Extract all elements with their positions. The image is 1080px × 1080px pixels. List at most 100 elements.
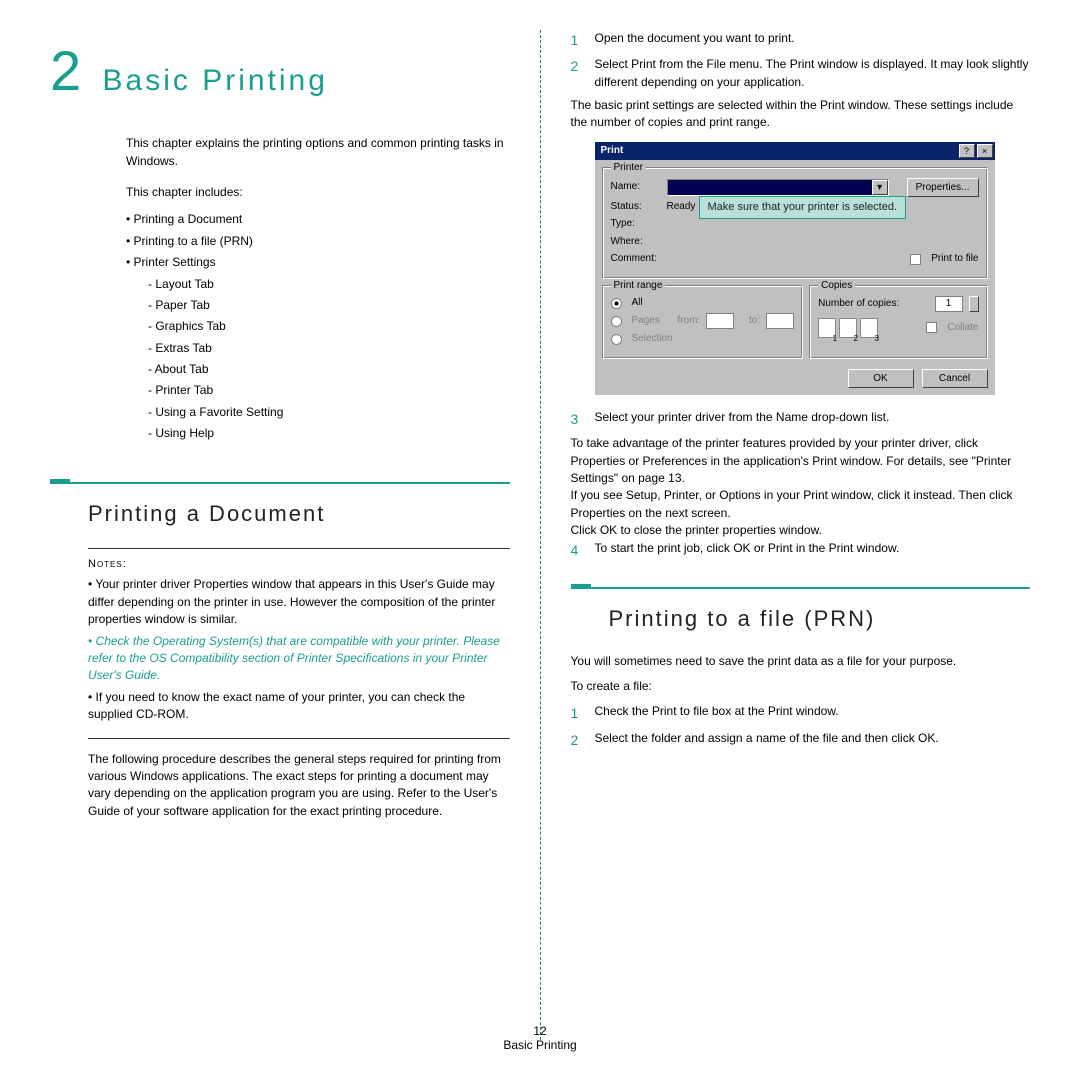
step-row: 3 Select your printer driver from the Na…: [571, 409, 1031, 429]
page: 2 Basic Printing This chapter explains t…: [0, 0, 1080, 1020]
step-row: 2 Select the folder and assign a name of…: [571, 730, 1031, 750]
collate-label: Collate: [947, 321, 978, 336]
toc-subitem: Using Help: [148, 425, 510, 442]
step-text: Check the Print to file box at the Print…: [595, 703, 1031, 723]
step-continuation: Click OK to close the printer properties…: [571, 522, 1031, 539]
group-label: Print range: [611, 279, 666, 294]
all-radio[interactable]: [611, 298, 622, 309]
page-number: 12: [0, 1024, 1080, 1038]
ok-button[interactable]: OK: [848, 369, 914, 388]
where-label: Where:: [611, 235, 661, 250]
status-label: Status:: [611, 200, 661, 215]
body-text: You will sometimes need to save the prin…: [571, 653, 1031, 750]
note-item-emphasis: Check the Operating System(s) that are c…: [88, 633, 510, 685]
selection-label: Selection: [632, 332, 673, 347]
toc-subitem: Paper Tab: [148, 297, 510, 314]
steps-list: 1 Open the document you want to print. 2…: [571, 30, 1031, 560]
paragraph: To create a file:: [571, 678, 1031, 695]
step-row: 1 Open the document you want to print.: [571, 30, 1031, 50]
toc-subitem: Graphics Tab: [148, 318, 510, 335]
step-continuation: If you see Setup, Printer, or Options in…: [571, 487, 1031, 522]
printer-group: Printer Name: ▾ Properties... Status:Rea…: [602, 167, 988, 279]
to-input[interactable]: [766, 313, 794, 329]
paragraph: The following procedure describes the ge…: [88, 751, 510, 821]
toc-subitem: Layout Tab: [148, 276, 510, 293]
includes-label: This chapter includes:: [126, 184, 510, 201]
from-input[interactable]: [706, 313, 734, 329]
toc-item: Printing to a file (PRN): [126, 233, 510, 250]
close-icon[interactable]: ×: [977, 144, 993, 158]
section-title: Printing to a file (PRN): [609, 603, 1031, 635]
step-text: To start the print job, click OK or Prin…: [595, 540, 1031, 560]
chevron-down-icon[interactable]: ▾: [872, 180, 888, 195]
copies-input[interactable]: 1: [935, 296, 963, 312]
collate-icons: 123: [818, 318, 878, 338]
pages-radio[interactable]: [611, 316, 622, 327]
print-to-file-label: Print to file: [931, 252, 978, 267]
footer-title: Basic Printing: [0, 1038, 1080, 1052]
chapter-title: Basic Printing: [103, 64, 328, 97]
toc-subitem: About Tab: [148, 361, 510, 378]
chapter-header: 2 Basic Printing: [50, 30, 510, 111]
notes-box: Notes: Your printer driver Properties wi…: [88, 548, 510, 739]
print-dialog: Print ? × Printer Name: ▾ Properties.: [595, 142, 995, 395]
from-label: from:: [677, 314, 700, 329]
printer-name-combo[interactable]: ▾: [667, 179, 889, 196]
to-label: to:: [749, 314, 760, 329]
spinner-icon[interactable]: [969, 296, 979, 312]
properties-button[interactable]: Properties...: [907, 178, 979, 197]
copies-label: Number of copies:: [818, 297, 899, 312]
collate-checkbox[interactable]: [926, 322, 937, 333]
group-label: Copies: [818, 279, 855, 294]
intro-paragraph: This chapter explains the printing optio…: [126, 135, 510, 170]
step-row: 1 Check the Print to file box at the Pri…: [571, 703, 1031, 723]
step-text: Open the document you want to print.: [595, 30, 1031, 50]
step-number: 3: [571, 409, 585, 429]
pages-label: Pages: [632, 314, 660, 329]
callout-tip: Make sure that your printer is selected.: [699, 196, 907, 219]
chapter-number: 2: [50, 30, 81, 111]
selection-radio[interactable]: [611, 334, 622, 345]
left-column: 2 Basic Printing This chapter explains t…: [50, 30, 540, 1020]
dialog-body: Printer Name: ▾ Properties... Status: Rea…: [595, 160, 995, 395]
toc: Printing a Document Printing to a file (…: [126, 211, 510, 442]
print-range-group: Print range All Pages from: to: Selectio…: [602, 285, 804, 359]
body-text: The following procedure describes the ge…: [88, 751, 510, 821]
step-text: Select your printer driver from the Name…: [595, 409, 1031, 429]
copies-group: Copies Number of copies:1 123 Collate: [809, 285, 987, 359]
section-divider: [50, 482, 510, 484]
help-icon[interactable]: ?: [959, 144, 975, 158]
status-value: Ready: [667, 200, 696, 215]
type-label: Type:: [611, 217, 661, 232]
step-number: 2: [571, 56, 585, 91]
right-column: 1 Open the document you want to print. 2…: [541, 30, 1031, 1020]
cancel-button[interactable]: Cancel: [922, 369, 988, 388]
note-item: Your printer driver Properties window th…: [88, 576, 510, 628]
group-label: Printer: [611, 161, 646, 176]
name-label: Name:: [611, 180, 661, 195]
step-text: Select the folder and assign a name of t…: [595, 730, 1031, 750]
step-continuation: To take advantage of the printer feature…: [571, 435, 1031, 487]
section-divider: [571, 587, 1031, 589]
toc-subitem: Printer Tab: [148, 382, 510, 399]
dialog-title: Print: [601, 144, 957, 159]
page-footer: 12 Basic Printing: [0, 1024, 1080, 1052]
toc-item: Printing a Document: [126, 211, 510, 228]
all-label: All: [632, 296, 643, 311]
toc-subitem: Using a Favorite Setting: [148, 404, 510, 421]
note-item: If you need to know the exact name of yo…: [88, 689, 510, 724]
toc-item: Printer Settings: [126, 254, 510, 271]
paragraph: You will sometimes need to save the prin…: [571, 653, 1031, 670]
step-continuation: The basic print settings are selected wi…: [571, 97, 1031, 132]
step-text: Select Print from the File menu. The Pri…: [595, 56, 1031, 91]
step-number: 1: [571, 703, 585, 723]
comment-label: Comment:: [611, 252, 661, 267]
step-number: 2: [571, 730, 585, 750]
print-to-file-checkbox[interactable]: [910, 254, 921, 265]
dialog-titlebar: Print ? ×: [595, 142, 995, 160]
step-row: 2 Select Print from the File menu. The P…: [571, 56, 1031, 91]
step-number: 4: [571, 540, 585, 560]
notes-label: Notes:: [88, 557, 510, 573]
step-number: 1: [571, 30, 585, 50]
toc-subitem: Extras Tab: [148, 340, 510, 357]
